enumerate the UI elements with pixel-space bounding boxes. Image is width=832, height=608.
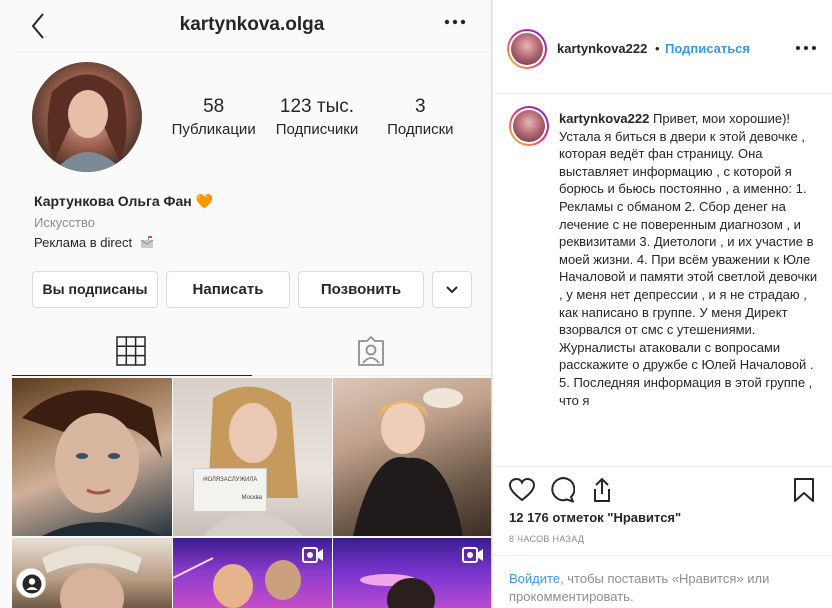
igtv-icon (302, 547, 323, 563)
tab-tagged[interactable] (252, 324, 491, 376)
bookmark-icon[interactable] (791, 477, 817, 503)
stat-followers[interactable]: 123 тыс. Подписчики (265, 96, 368, 146)
full-name-text: Картункова Ольга Фан (34, 193, 192, 209)
author-avatar[interactable] (507, 29, 547, 69)
stat-label: Подписчики (275, 121, 359, 138)
heart-icon[interactable] (509, 477, 535, 503)
bio-text: Реклама в direct (34, 235, 133, 250)
comment-icon[interactable] (549, 477, 575, 503)
sign-hashtag: #ЮЛЯЗАСЛУЖИЛА (202, 477, 258, 483)
tagged-person-icon (358, 336, 384, 366)
follow-button[interactable]: Подписаться (665, 41, 750, 56)
stat-label: Подписки (387, 121, 454, 138)
post-thumbnail[interactable] (12, 378, 172, 536)
chevron-down-icon (446, 286, 458, 294)
profile-category: Искусство (34, 215, 95, 230)
profile-header: kartynkova.olga (12, 0, 491, 52)
person-icon (22, 574, 42, 594)
posts-grid: #ЮЛЯЗАСЛУЖИЛА Москва (12, 378, 491, 608)
video-thumbnail[interactable] (173, 538, 332, 608)
subscribed-button[interactable]: Вы подписаны (32, 271, 158, 308)
profile-full-name: Картункова Ольга Фан 🧡 (34, 193, 213, 210)
post-thumbnail[interactable] (333, 378, 491, 536)
post-author[interactable]: kartynkova222 (557, 41, 647, 56)
grid-icon (116, 336, 146, 366)
sign-caption: Москва (241, 495, 262, 501)
profile-avatar[interactable] (32, 62, 142, 172)
post-panel: kartynkova222 • Подписаться kartynkova22… (492, 0, 832, 608)
login-prompt-text: Войдите, чтобы поставить «Нравится» или … (509, 570, 809, 606)
call-button[interactable]: Позвонить (298, 271, 424, 308)
post-header: kartynkova222 • Подписаться (493, 0, 832, 94)
mailbox-icon (140, 236, 153, 248)
profile-bio: Реклама в direct (34, 235, 154, 250)
suggestions-button[interactable] (432, 271, 472, 308)
profile-stats: 58 Публикации 123 тыс. Подписчики 3 Подп… (162, 96, 472, 146)
igtv-icon (462, 547, 483, 563)
share-icon[interactable] (589, 477, 615, 503)
instagram-window: kartynkova.olga 58 Публикации 123 тыс. П… (0, 0, 832, 608)
stat-label: Публикации (171, 121, 256, 138)
stat-following[interactable]: 3 Подписки (369, 96, 472, 146)
profile-username: kartynkova.olga (179, 14, 325, 35)
caption-author-avatar[interactable] (509, 106, 549, 146)
stat-posts[interactable]: 58 Публикации (162, 96, 265, 146)
tab-posts-grid[interactable] (12, 324, 252, 376)
post-actions (493, 466, 832, 508)
profile-tabs (12, 323, 491, 376)
likes-count[interactable]: 12 176 отметок "Нравится" (509, 510, 681, 525)
post-caption: kartynkova222 Привет, мои хорошие)! Уста… (509, 106, 825, 464)
heart-emoji: 🧡 (195, 193, 214, 209)
more-options-icon[interactable] (795, 44, 817, 52)
user-profile-button[interactable] (16, 568, 46, 598)
message-button[interactable]: Написать (166, 271, 290, 308)
stat-value: 3 (415, 96, 426, 117)
video-thumbnail[interactable] (333, 538, 491, 608)
caption-body: Привет, мои хорошие)! Устала я биться в … (559, 111, 818, 408)
caption-text: kartynkova222 Привет, мои хорошие)! Уста… (559, 110, 821, 409)
login-link[interactable]: Войдите (509, 571, 560, 586)
post-timestamp: 8 ЧАСОВ НАЗАД (509, 534, 585, 544)
profile-actions: Вы подписаны Написать Позвонить (32, 271, 474, 309)
separator-dot: • (655, 41, 660, 56)
post-sign: #ЮЛЯЗАСЛУЖИЛА Москва (193, 468, 267, 512)
profile-panel: kartynkova.olga 58 Публикации 123 тыс. П… (12, 0, 492, 608)
stat-value: 123 тыс. (279, 96, 355, 117)
comment-login-prompt: Войдите, чтобы поставить «Нравится» или … (493, 555, 832, 608)
post-thumbnail[interactable]: #ЮЛЯЗАСЛУЖИЛА Москва (173, 378, 332, 536)
caption-author[interactable]: kartynkova222 (559, 111, 649, 126)
more-options-icon[interactable] (444, 18, 466, 26)
stat-value: 58 (203, 96, 225, 117)
